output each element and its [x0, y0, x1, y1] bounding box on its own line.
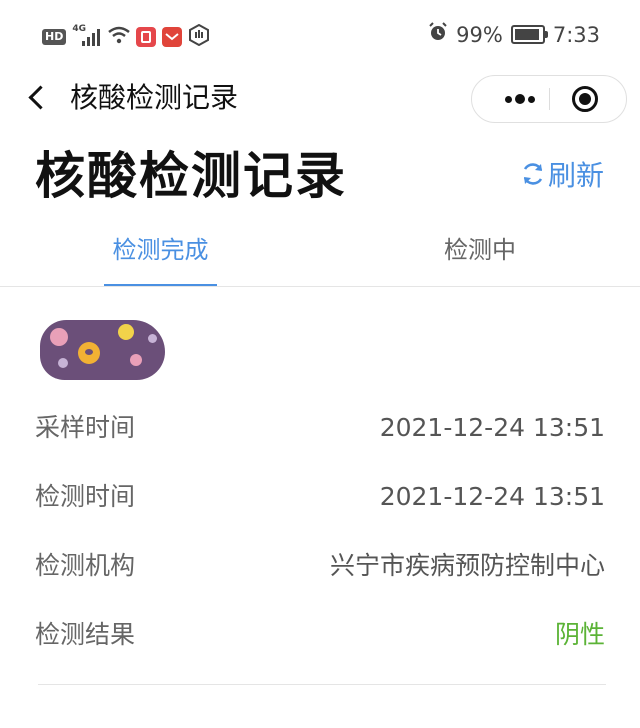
battery-fill [514, 29, 539, 40]
status-bar: HD 4G 99% 7:33 [0, 0, 640, 70]
page-title: 核酸检测记录 [35, 147, 347, 205]
back-button[interactable] [24, 82, 54, 112]
battery-icon [510, 25, 548, 44]
clock: 7:33 [552, 22, 600, 47]
close-button[interactable] [570, 84, 600, 114]
testing-time-row: 检测时间 2021-12-24 13:51 [35, 477, 605, 517]
tab-in-progress[interactable]: 检测中 [430, 222, 530, 286]
test-result-row: 检测结果 阴性 [35, 615, 605, 655]
nav-bar: 核酸检测记录 [0, 70, 640, 126]
refresh-icon [520, 161, 546, 187]
hd-badge: HD [42, 29, 67, 45]
app-notification-icon [136, 27, 157, 47]
hand-shield-icon [188, 23, 210, 50]
sampling-time-row: 采样时间 2021-12-24 13:51 [35, 408, 605, 448]
battery-percent: 99% [456, 22, 503, 47]
wifi-icon [108, 26, 131, 48]
record-card: 采样时间 2021-12-24 13:51 检测时间 2021-12-24 13… [0, 288, 640, 708]
row-label: 检测结果 [35, 620, 136, 649]
row-value: 2021-12-24 13:51 [379, 413, 605, 442]
miniprogram-capsule [471, 75, 627, 123]
alarm-icon [428, 22, 448, 47]
tab-completed[interactable]: 检测完成 [104, 222, 217, 286]
name-redaction-sticker [40, 320, 165, 380]
row-value: 2021-12-24 13:51 [379, 482, 605, 511]
signal-icon: 4G [72, 24, 102, 48]
card-divider [38, 684, 606, 685]
row-value: 兴宁市疾病预防控制中心 [329, 551, 605, 580]
row-label: 检测机构 [35, 551, 136, 580]
result-value: 阴性 [554, 620, 605, 649]
status-right: 99% 7:33 [428, 22, 600, 47]
more-dots-icon [505, 96, 512, 103]
status-left: HD 4G [42, 23, 210, 50]
tabs-divider [0, 286, 640, 287]
nav-title: 核酸检测记录 [70, 81, 239, 114]
capsule-divider [549, 88, 550, 110]
refresh-label: 刷新 [547, 159, 604, 192]
more-button[interactable] [490, 76, 548, 122]
tab-bar: 检测完成 检测中 [0, 222, 640, 286]
testing-institution-row: 检测机构 兴宁市疾病预防控制中心 [35, 546, 605, 586]
row-label: 检测时间 [35, 482, 136, 511]
refresh-button[interactable]: 刷新 [520, 154, 604, 194]
row-label: 采样时间 [35, 413, 136, 442]
mail-notification-icon [162, 27, 183, 47]
